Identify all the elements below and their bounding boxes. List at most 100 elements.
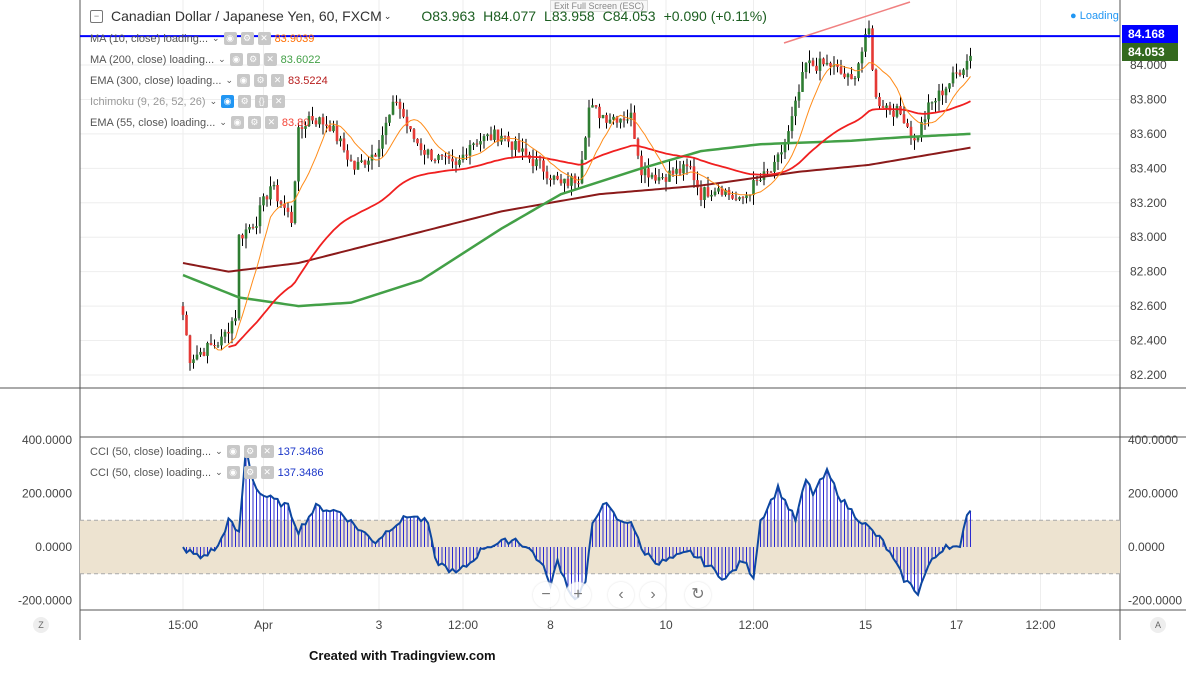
- candle-body: [388, 114, 391, 123]
- eye-icon[interactable]: ◉: [226, 445, 240, 458]
- candle-body: [927, 102, 930, 120]
- indicator-legend[interactable]: EMA (55, close) loading... ⌄ ◉ ⚙ ✕ 83.80: [90, 116, 309, 129]
- candle-body: [360, 160, 363, 162]
- scroll-left-button[interactable]: ‹: [608, 582, 634, 608]
- price-tick-label: 82.400: [1130, 334, 1167, 348]
- time-tick-label: Apr: [254, 618, 273, 632]
- candle-body: [472, 143, 475, 145]
- indicator-label[interactable]: MA (10, close) loading...: [90, 33, 208, 45]
- candle-body: [223, 331, 227, 337]
- close-icon[interactable]: ✕: [257, 32, 271, 45]
- chevron-down-icon[interactable]: ⌄: [215, 446, 223, 457]
- candle-body: [839, 66, 843, 74]
- candle-body: [318, 117, 321, 125]
- candle-body: [902, 114, 906, 124]
- eye-icon[interactable]: ◉: [223, 32, 237, 45]
- chevron-down-icon[interactable]: ⌄: [218, 54, 226, 65]
- candle-body: [353, 160, 356, 170]
- time-tick-label: 12:00: [738, 618, 768, 632]
- gear-icon[interactable]: ⚙: [240, 32, 254, 45]
- gear-icon[interactable]: ⚙: [246, 53, 260, 66]
- candle-body: [794, 100, 797, 117]
- indicator-legend[interactable]: Ichimoku (9, 26, 52, 26) ⌄ ◉ ⚙{} ✕: [90, 95, 289, 108]
- candle-body: [731, 194, 734, 199]
- gear-icon[interactable]: ⚙: [254, 74, 268, 87]
- candle-body: [867, 28, 871, 35]
- eye-icon[interactable]: ◉: [229, 53, 243, 66]
- braces-icon[interactable]: {}: [255, 95, 269, 108]
- indicator-value: 83.6022: [280, 53, 321, 66]
- indicator-legend[interactable]: EMA (300, close) loading... ⌄ ◉ ⚙ ✕ 83.5224: [90, 74, 328, 87]
- candle-body: [591, 105, 594, 108]
- candle-body: [948, 83, 951, 89]
- candle-body: [272, 185, 276, 187]
- zoom-out-button[interactable]: −: [533, 582, 559, 608]
- cci-legend[interactable]: CCI (50, close) loading... ⌄ ◉ ⚙ ✕ 137.3486: [90, 445, 324, 458]
- candle-body: [780, 152, 783, 155]
- candle-body: [356, 161, 360, 170]
- indicator-legend[interactable]: MA (10, close) loading... ⌄ ◉ ⚙ ✕ 83.9039: [90, 32, 314, 45]
- chevron-down-icon[interactable]: ⌄: [384, 11, 392, 22]
- reset-chart-button[interactable]: ↻: [685, 582, 711, 608]
- chevron-down-icon[interactable]: ⌄: [219, 117, 227, 128]
- candle-body: [636, 138, 640, 156]
- close-icon[interactable]: ✕: [260, 466, 274, 479]
- candle-body: [801, 72, 804, 92]
- close-icon[interactable]: ✕: [271, 74, 285, 87]
- gear-icon[interactable]: ⚙: [247, 116, 261, 129]
- candle-body: [766, 171, 769, 173]
- candle-body: [395, 101, 398, 103]
- timezone-button[interactable]: Z: [33, 617, 49, 633]
- close-icon[interactable]: ✕: [260, 445, 274, 458]
- eye-icon[interactable]: ◉: [237, 74, 251, 87]
- candle-body: [626, 119, 629, 121]
- indicator-label[interactable]: CCI (50, close) loading...: [90, 446, 211, 458]
- indicator-legend[interactable]: MA (200, close) loading... ⌄ ◉ ⚙ ✕ 83.6022: [90, 53, 320, 66]
- candle-body: [349, 159, 353, 161]
- candle-body: [297, 127, 300, 182]
- time-tick-label: 3: [376, 618, 383, 632]
- gear-icon[interactable]: ⚙: [238, 95, 252, 108]
- chevron-down-icon[interactable]: ⌄: [215, 467, 223, 478]
- candle-body: [381, 135, 384, 149]
- indicator-label[interactable]: Ichimoku (9, 26, 52, 26): [90, 96, 206, 108]
- collapse-icon[interactable]: −: [90, 9, 103, 23]
- candle-body: [412, 129, 416, 139]
- scroll-right-button[interactable]: ›: [640, 582, 666, 608]
- close-icon[interactable]: ✕: [272, 95, 286, 108]
- indicator-label[interactable]: CCI (50, close) loading...: [90, 467, 211, 479]
- candle-body: [633, 112, 636, 139]
- chevron-down-icon[interactable]: ⌄: [212, 33, 220, 44]
- close-icon[interactable]: ✕: [264, 116, 278, 129]
- candle-body: [829, 62, 832, 67]
- candle-body: [804, 63, 808, 73]
- eye-icon[interactable]: ◉: [221, 95, 235, 108]
- candle-body: [549, 178, 552, 180]
- candle-body: [969, 55, 972, 61]
- gear-icon[interactable]: ⚙: [243, 445, 257, 458]
- indicator-label[interactable]: EMA (55, close) loading...: [90, 117, 215, 129]
- eye-icon[interactable]: ◉: [230, 116, 244, 129]
- indicator-value: 83.9039: [274, 32, 315, 45]
- indicator-label[interactable]: MA (200, close) loading...: [90, 54, 214, 66]
- candle-body: [367, 160, 370, 165]
- zoom-in-button[interactable]: +: [565, 582, 591, 608]
- candle-body: [265, 196, 269, 200]
- candle-body: [713, 191, 717, 195]
- indicator-label[interactable]: EMA (300, close) loading...: [90, 75, 221, 87]
- candle-body: [671, 170, 675, 174]
- symbol-title[interactable]: Canadian Dollar / Japanese Yen, 60, FXCM: [111, 8, 382, 24]
- eye-icon[interactable]: ◉: [226, 466, 240, 479]
- candle-body: [181, 306, 185, 315]
- auto-scale-button[interactable]: A: [1150, 617, 1166, 633]
- candle-body: [391, 101, 395, 115]
- candle-body: [776, 154, 780, 162]
- price-tick-label: 83.200: [1130, 196, 1167, 210]
- candle-body: [703, 187, 706, 200]
- candle-body: [741, 197, 745, 199]
- close-icon[interactable]: ✕: [263, 53, 277, 66]
- gear-icon[interactable]: ⚙: [243, 466, 257, 479]
- chevron-down-icon[interactable]: ⌄: [210, 96, 218, 107]
- chevron-down-icon[interactable]: ⌄: [225, 75, 233, 86]
- cci-legend[interactable]: CCI (50, close) loading... ⌄ ◉ ⚙ ✕ 137.3486: [90, 466, 324, 479]
